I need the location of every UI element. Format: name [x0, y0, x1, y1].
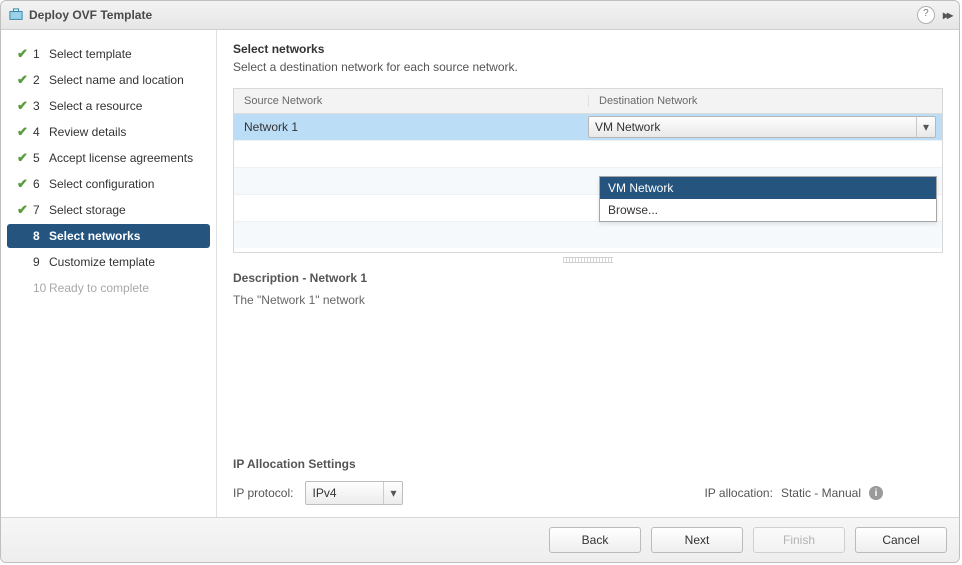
- step-number: 4: [33, 125, 49, 139]
- check-icon: ✔: [17, 228, 33, 244]
- wizard-sidebar: ✔ 1 Select template ✔ 2 Select name and …: [1, 30, 217, 517]
- dialog-title: Deploy OVF Template: [29, 8, 917, 22]
- step-label: Select template: [49, 47, 202, 61]
- description-title: Description - Network 1: [233, 271, 943, 285]
- cancel-button[interactable]: Cancel: [855, 527, 947, 553]
- header-destination: Destination Network: [588, 95, 942, 107]
- ip-allocation-value: Static - Manual: [781, 486, 861, 500]
- step-number: 2: [33, 73, 49, 87]
- back-button[interactable]: Back: [549, 527, 641, 553]
- step-number: 3: [33, 99, 49, 113]
- step-number: 8: [33, 229, 49, 243]
- table-row[interactable]: Network 1 VM Network ▾: [234, 114, 942, 141]
- ovf-template-icon: [9, 8, 23, 22]
- step-select-template[interactable]: ✔ 1 Select template: [7, 42, 210, 66]
- check-icon: ✔: [17, 124, 33, 140]
- ip-protocol-dropdown[interactable]: IPv4 ▾: [305, 481, 403, 505]
- cell-source: Network 1: [234, 120, 588, 134]
- check-icon: ✔: [17, 202, 33, 218]
- check-icon: ✔: [17, 46, 33, 62]
- step-label: Select networks: [49, 229, 202, 243]
- step-label: Select name and location: [49, 73, 202, 87]
- header-source: Source Network: [234, 95, 588, 107]
- step-label: Customize template: [49, 255, 202, 269]
- step-select-networks[interactable]: ✔ 8 Select networks: [7, 224, 210, 248]
- chevron-down-icon: ▾: [383, 482, 402, 504]
- dialog-body: ✔ 1 Select template ✔ 2 Select name and …: [1, 30, 959, 517]
- info-icon[interactable]: i: [869, 486, 883, 500]
- step-ready-to-complete: ✔ 10 Ready to complete: [7, 276, 210, 300]
- titlebar: Deploy OVF Template ? ▸▸: [1, 1, 959, 30]
- step-label: Ready to complete: [49, 281, 202, 295]
- destination-network-dropdown-list: VM Network Browse...: [599, 176, 937, 222]
- step-number: 9: [33, 255, 49, 269]
- dialog-footer: Back Next Finish Cancel: [1, 517, 959, 562]
- step-number: 6: [33, 177, 49, 191]
- page-heading: Select networks: [233, 42, 943, 56]
- ip-protocol-label: IP protocol:: [233, 486, 293, 500]
- dropdown-option-vm-network[interactable]: VM Network: [600, 177, 936, 199]
- step-number: 1: [33, 47, 49, 61]
- step-customize-template: ✔ 9 Customize template: [7, 250, 210, 274]
- table-row: [234, 222, 942, 248]
- check-icon: ✔: [17, 150, 33, 166]
- table-header: Source Network Destination Network: [234, 89, 942, 114]
- table-row: [234, 141, 942, 168]
- check-icon: ✔: [17, 72, 33, 88]
- dropdown-option-browse[interactable]: Browse...: [600, 199, 936, 221]
- step-accept-license[interactable]: ✔ 5 Accept license agreements: [7, 146, 210, 170]
- chevron-down-icon: ▾: [916, 117, 935, 137]
- step-label: Select a resource: [49, 99, 202, 113]
- check-icon: ✔: [17, 280, 33, 296]
- finish-button: Finish: [753, 527, 845, 553]
- step-label: Accept license agreements: [49, 151, 202, 165]
- ip-allocation-label: IP allocation:: [704, 486, 773, 500]
- step-number: 7: [33, 203, 49, 217]
- step-label: Select configuration: [49, 177, 202, 191]
- step-select-resource[interactable]: ✔ 3 Select a resource: [7, 94, 210, 118]
- step-select-name-location[interactable]: ✔ 2 Select name and location: [7, 68, 210, 92]
- destination-network-dropdown[interactable]: VM Network ▾: [588, 116, 936, 138]
- splitter-grip[interactable]: [233, 255, 943, 265]
- next-button[interactable]: Next: [651, 527, 743, 553]
- check-icon: ✔: [17, 254, 33, 270]
- page-subtitle: Select a destination network for each so…: [233, 60, 943, 74]
- main-panel: Select networks Select a destination net…: [217, 30, 959, 517]
- step-label: Select storage: [49, 203, 202, 217]
- check-icon: ✔: [17, 98, 33, 114]
- collapse-icon[interactable]: ▸▸: [943, 8, 951, 22]
- step-number: 5: [33, 151, 49, 165]
- deploy-ovf-dialog: Deploy OVF Template ? ▸▸ ✔ 1 Select temp…: [0, 0, 960, 563]
- help-icon[interactable]: ?: [917, 6, 935, 24]
- step-label: Review details: [49, 125, 202, 139]
- step-select-configuration[interactable]: ✔ 6 Select configuration: [7, 172, 210, 196]
- step-number: 10: [33, 281, 49, 295]
- description-section: Description - Network 1 The "Network 1" …: [233, 271, 943, 307]
- check-icon: ✔: [17, 176, 33, 192]
- network-table: Source Network Destination Network Netwo…: [233, 88, 943, 253]
- ip-protocol-value: IPv4: [312, 486, 383, 500]
- step-review-details[interactable]: ✔ 4 Review details: [7, 120, 210, 144]
- dropdown-value: VM Network: [595, 120, 916, 134]
- description-body: The "Network 1" network: [233, 293, 943, 307]
- step-select-storage[interactable]: ✔ 7 Select storage: [7, 198, 210, 222]
- ip-section-title: IP Allocation Settings: [233, 457, 943, 471]
- ip-allocation-section: IP Allocation Settings IP protocol: IPv4…: [233, 457, 943, 517]
